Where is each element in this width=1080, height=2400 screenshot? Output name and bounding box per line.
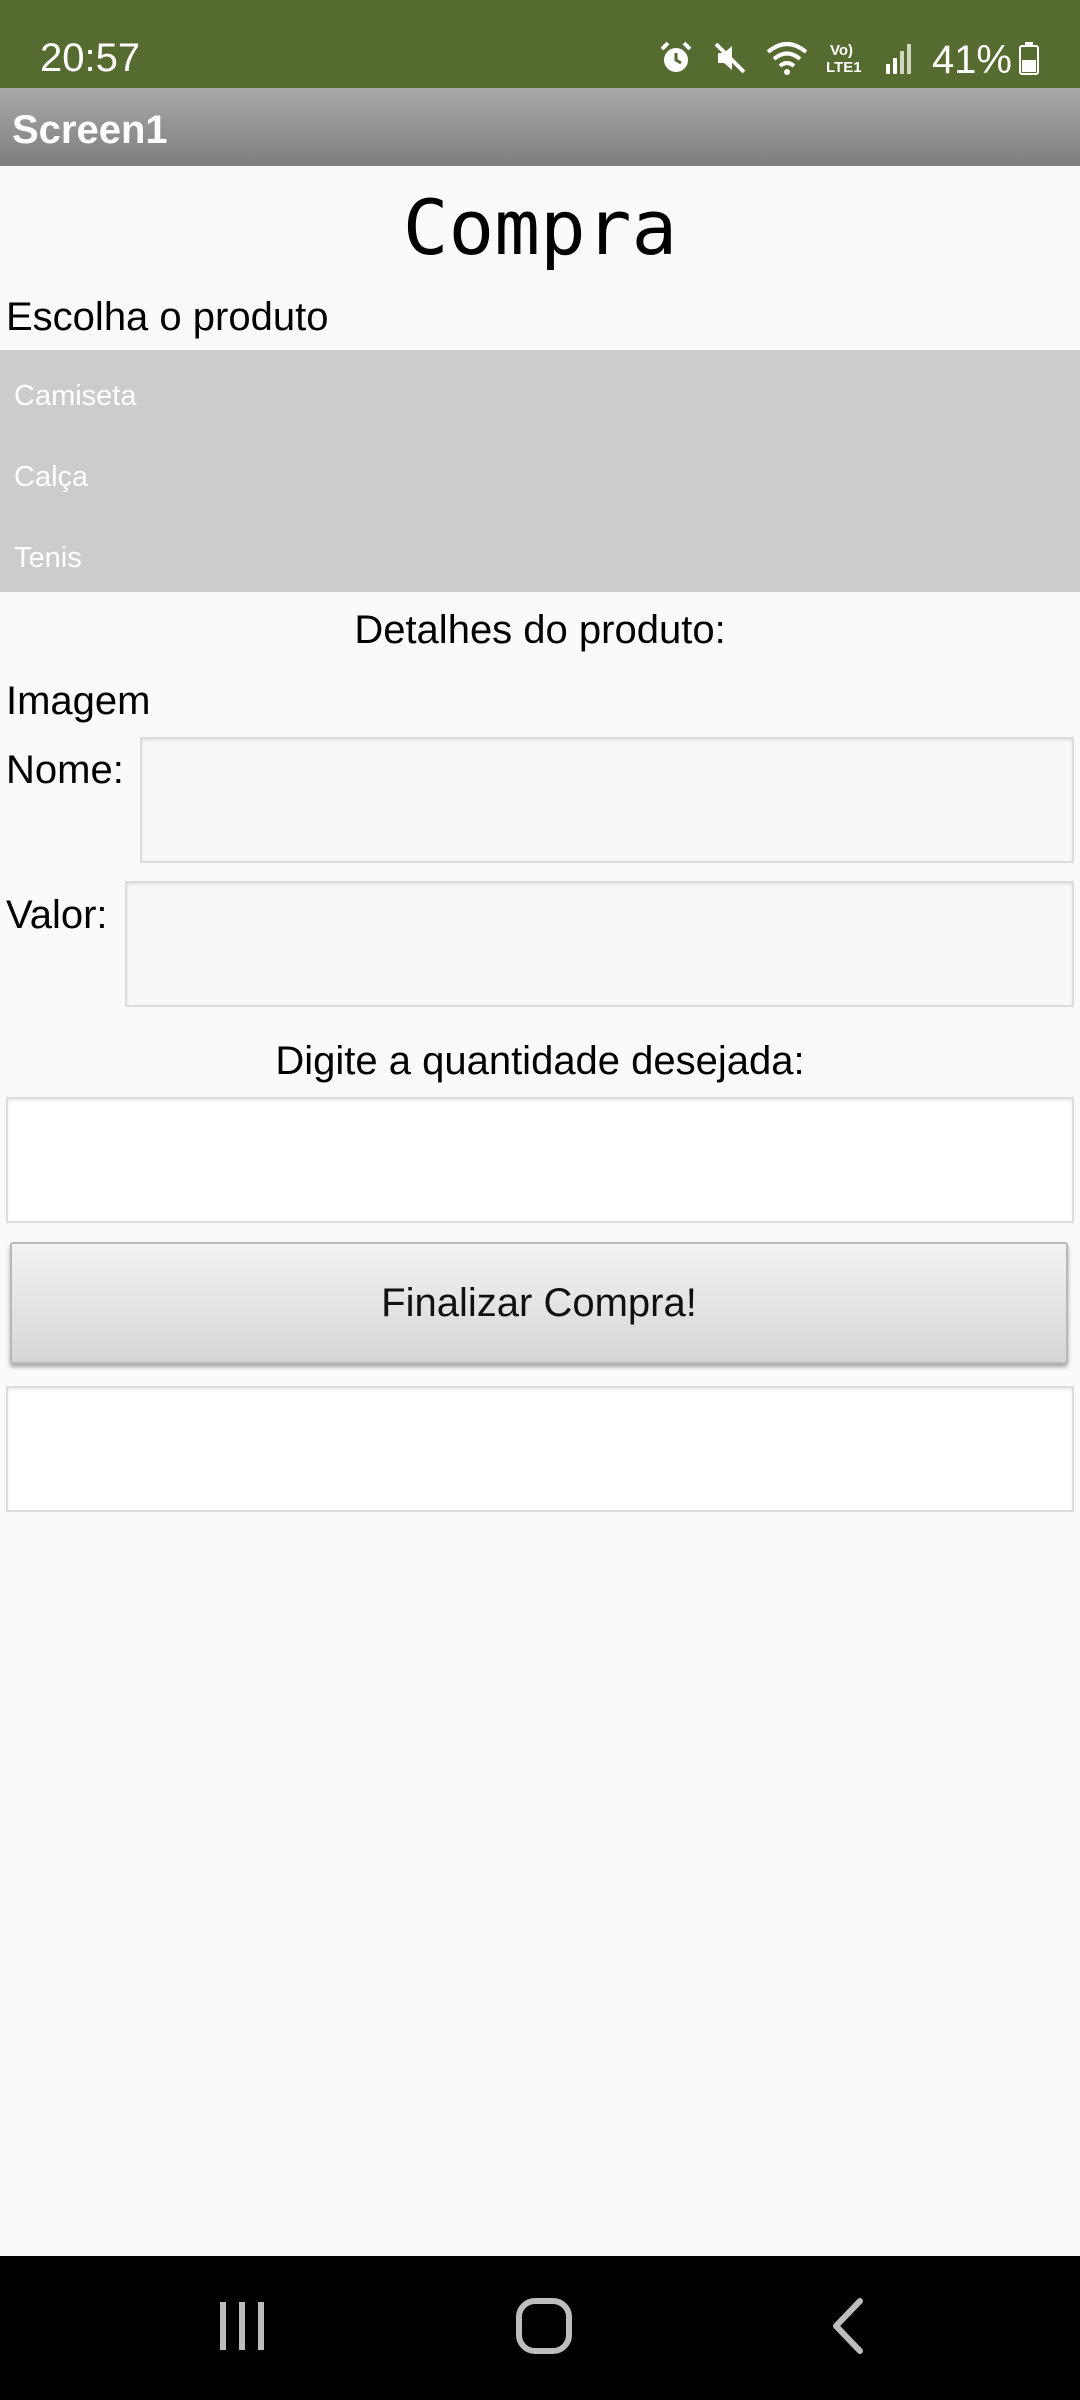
list-item[interactable]: Tenis — [14, 538, 82, 578]
status-bar: 20:57 Vo) LTE1 41% — [0, 0, 1080, 88]
svg-text:Vo): Vo) — [830, 42, 853, 59]
navigation-bar — [0, 2256, 1080, 2400]
result-field[interactable] — [6, 1386, 1074, 1512]
svg-text:LTE1: LTE1 — [826, 59, 862, 76]
title-bar: Screen1 — [0, 88, 1080, 166]
battery-icon — [1018, 40, 1040, 81]
list-item[interactable]: Camiseta — [14, 376, 137, 416]
home-button[interactable] — [496, 2292, 592, 2364]
quantity-input[interactable] — [6, 1097, 1074, 1223]
product-list: Camiseta Calça Tenis — [0, 350, 1080, 592]
product-image: Imagem — [6, 679, 151, 723]
recent-apps-icon — [216, 2298, 268, 2359]
list-item[interactable]: Calça — [14, 457, 88, 497]
volte-icon: Vo) LTE1 — [826, 40, 866, 81]
finish-purchase-button[interactable]: Finalizar Compra! — [10, 1242, 1068, 1364]
page-title: Compra — [402, 183, 678, 272]
back-button[interactable] — [800, 2292, 896, 2364]
wifi-icon — [766, 40, 808, 81]
name-field[interactable] — [140, 737, 1074, 863]
home-icon — [515, 2297, 573, 2360]
mute-icon — [712, 40, 748, 81]
recent-apps-button[interactable] — [194, 2292, 290, 2364]
name-label: Nome: — [6, 748, 124, 792]
alarm-icon — [658, 40, 694, 81]
signal-icon — [884, 40, 914, 81]
product-details-label: Detalhes do produto: — [354, 608, 726, 652]
quantity-label: Digite a quantidade desejada: — [275, 1039, 805, 1083]
value-field[interactable] — [125, 881, 1074, 1007]
choose-product-label: Escolha o produto — [6, 295, 329, 339]
status-icons: Vo) LTE1 41% — [640, 36, 1040, 84]
back-icon — [828, 2297, 868, 2360]
screen-title: Screen1 — [12, 108, 168, 152]
battery-percent: 41% — [931, 38, 1012, 82]
value-label: Valor: — [6, 893, 108, 937]
status-time: 20:57 — [40, 36, 141, 80]
